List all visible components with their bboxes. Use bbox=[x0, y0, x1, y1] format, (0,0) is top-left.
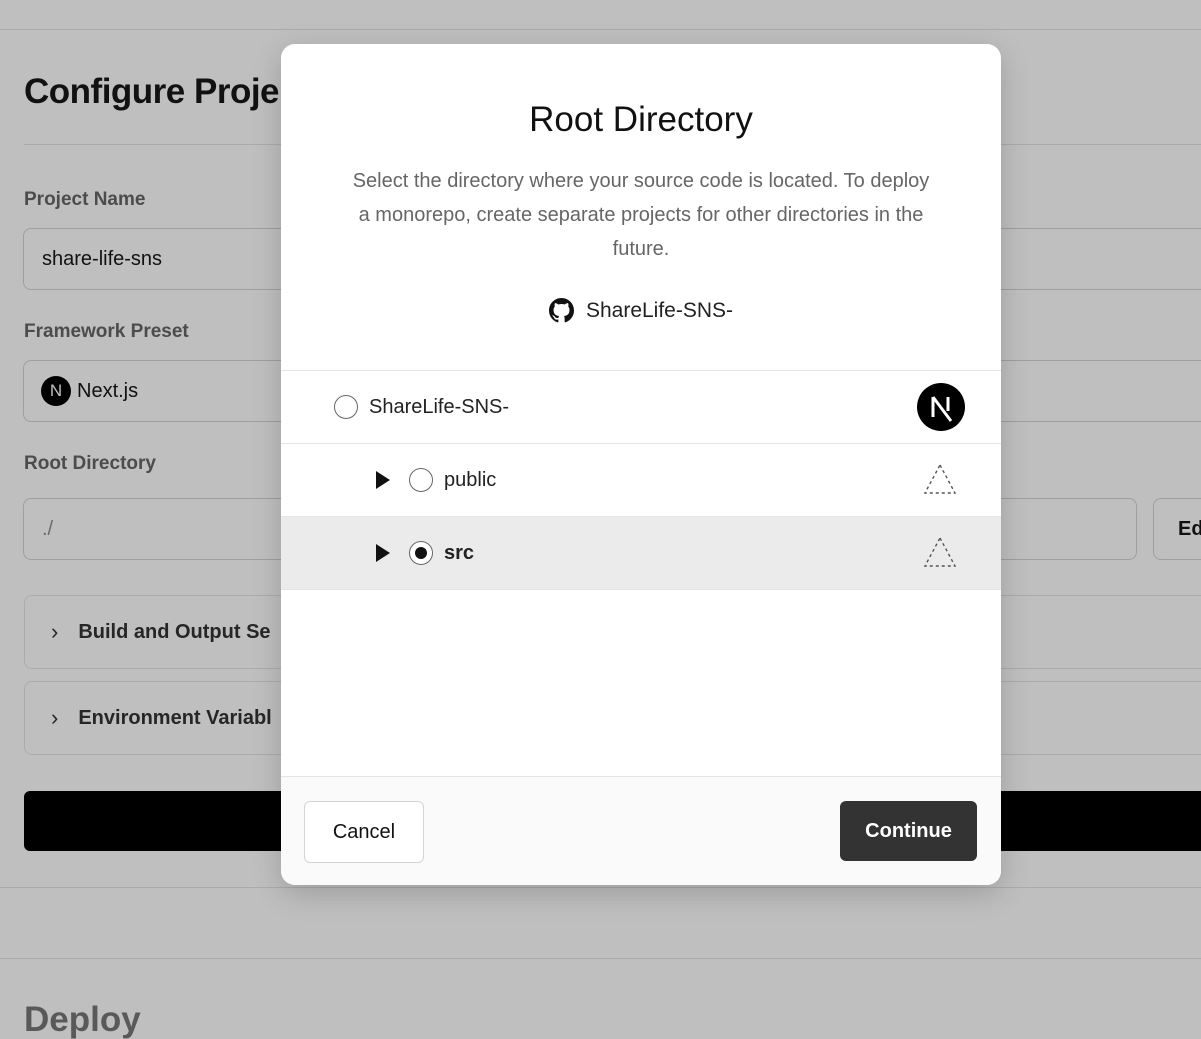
directory-label: public bbox=[444, 469, 497, 491]
expand-caret-icon[interactable] bbox=[376, 544, 390, 562]
directory-label: ShareLife-SNS- bbox=[369, 396, 510, 418]
modal-footer: Cancel Continue bbox=[281, 776, 1001, 885]
nextjs-icon bbox=[917, 383, 965, 431]
directory-row-public[interactable]: public bbox=[281, 444, 1001, 517]
directory-row-root[interactable]: ShareLife-SNS- bbox=[281, 371, 1001, 444]
continue-button[interactable]: Continue bbox=[840, 801, 977, 861]
dashed-triangle-icon bbox=[923, 463, 957, 494]
directory-radio[interactable] bbox=[409, 468, 433, 492]
root-directory-modal: Root Directory Select the directory wher… bbox=[281, 44, 1001, 885]
repository-name: ShareLife-SNS- bbox=[281, 298, 1001, 323]
expand-caret-icon[interactable] bbox=[376, 471, 390, 489]
modal-title: Root Directory bbox=[529, 100, 753, 139]
directory-radio-selected[interactable] bbox=[409, 541, 433, 565]
directory-tree: ShareLife-SNS- public src bbox=[281, 370, 1001, 590]
cancel-button[interactable]: Cancel bbox=[304, 801, 424, 863]
github-icon bbox=[548, 298, 574, 323]
directory-label: src bbox=[444, 542, 475, 564]
modal-description: Select the directory where your source c… bbox=[352, 170, 930, 260]
dashed-triangle-icon bbox=[923, 536, 957, 567]
directory-row-src[interactable]: src bbox=[281, 517, 1001, 590]
directory-radio[interactable] bbox=[334, 395, 358, 419]
repository-label: ShareLife-SNS- bbox=[585, 298, 734, 322]
